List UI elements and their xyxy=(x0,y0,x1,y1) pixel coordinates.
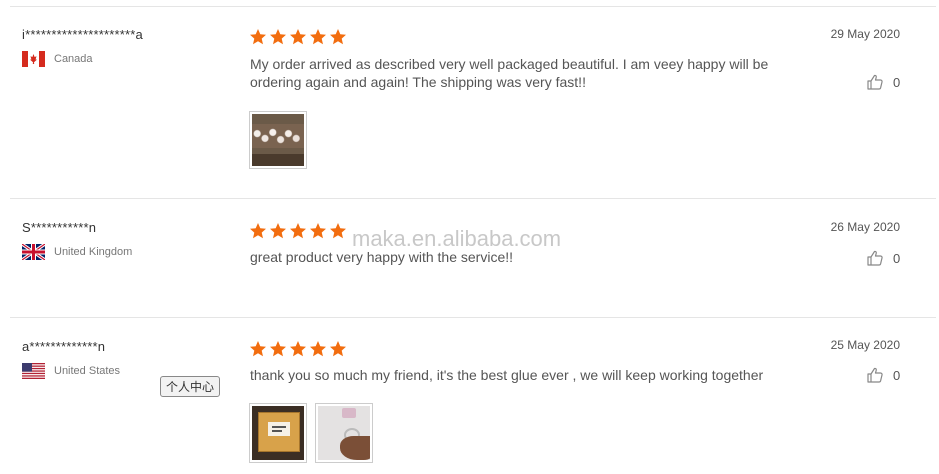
star-icon xyxy=(269,340,287,358)
review-item: i*********************a Canada My order … xyxy=(0,0,939,198)
watermark-text: maka.en.alibaba.com xyxy=(352,226,562,251)
hand-photo xyxy=(318,406,370,460)
star-icon xyxy=(329,222,347,240)
star-icon xyxy=(249,222,267,240)
us-flag-icon xyxy=(22,363,45,379)
star-rating xyxy=(249,340,347,358)
star-rating xyxy=(249,28,347,46)
star-icon xyxy=(249,340,267,358)
star-icon xyxy=(289,340,307,358)
star-icon xyxy=(309,340,327,358)
review-date: 26 May 2020 xyxy=(830,220,900,234)
review-item: S***********n United Kingdom great produ… xyxy=(0,199,939,317)
reviewer-name: a*************n xyxy=(22,339,106,354)
thumbs-up-icon xyxy=(866,366,884,384)
reviewer-name: S***********n xyxy=(22,220,97,235)
reviewer-country: United States xyxy=(22,363,120,379)
country-name: United States xyxy=(54,365,121,377)
review-photo-thumbnail[interactable] xyxy=(249,403,307,463)
country-name: Canada xyxy=(54,53,93,65)
like-count: 0 xyxy=(893,74,901,90)
canada-flag-icon xyxy=(22,51,45,67)
box-photo xyxy=(252,406,304,460)
star-icon xyxy=(309,28,327,46)
review-date: 29 May 2020 xyxy=(830,27,900,41)
star-rating xyxy=(249,222,347,240)
like-count: 0 xyxy=(893,250,901,266)
review-photo-thumbnail[interactable] xyxy=(249,111,307,169)
country-name: United Kingdom xyxy=(54,246,133,258)
like-button[interactable]: 0 xyxy=(866,366,900,384)
star-icon xyxy=(269,222,287,240)
review-date: 25 May 2020 xyxy=(830,338,900,352)
reviewer-country: Canada xyxy=(22,51,93,67)
review-photo-thumbnail[interactable] xyxy=(315,403,373,463)
uk-flag-icon xyxy=(22,244,45,260)
review-item: a*************n United States thank you … xyxy=(0,318,939,474)
like-count: 0 xyxy=(893,367,901,383)
review-text: thank you so much my friend, it's the be… xyxy=(250,367,764,383)
like-button[interactable]: 0 xyxy=(866,249,900,267)
star-icon xyxy=(289,28,307,46)
star-icon xyxy=(289,222,307,240)
reviewer-name: i*********************a xyxy=(22,27,143,42)
star-icon xyxy=(329,340,347,358)
like-button[interactable]: 0 xyxy=(866,73,900,91)
star-icon xyxy=(249,28,267,46)
reviewer-country: United Kingdom xyxy=(22,244,132,260)
user-center-tooltip-button[interactable]: 个人中心 xyxy=(160,376,221,397)
star-icon xyxy=(329,28,347,46)
star-icon xyxy=(309,222,327,240)
review-text: My order arrived as described very well … xyxy=(250,56,769,90)
thumbs-up-icon xyxy=(866,73,884,91)
star-icon xyxy=(269,28,287,46)
thumbs-up-icon xyxy=(866,249,884,267)
eggs-photo xyxy=(252,114,304,166)
